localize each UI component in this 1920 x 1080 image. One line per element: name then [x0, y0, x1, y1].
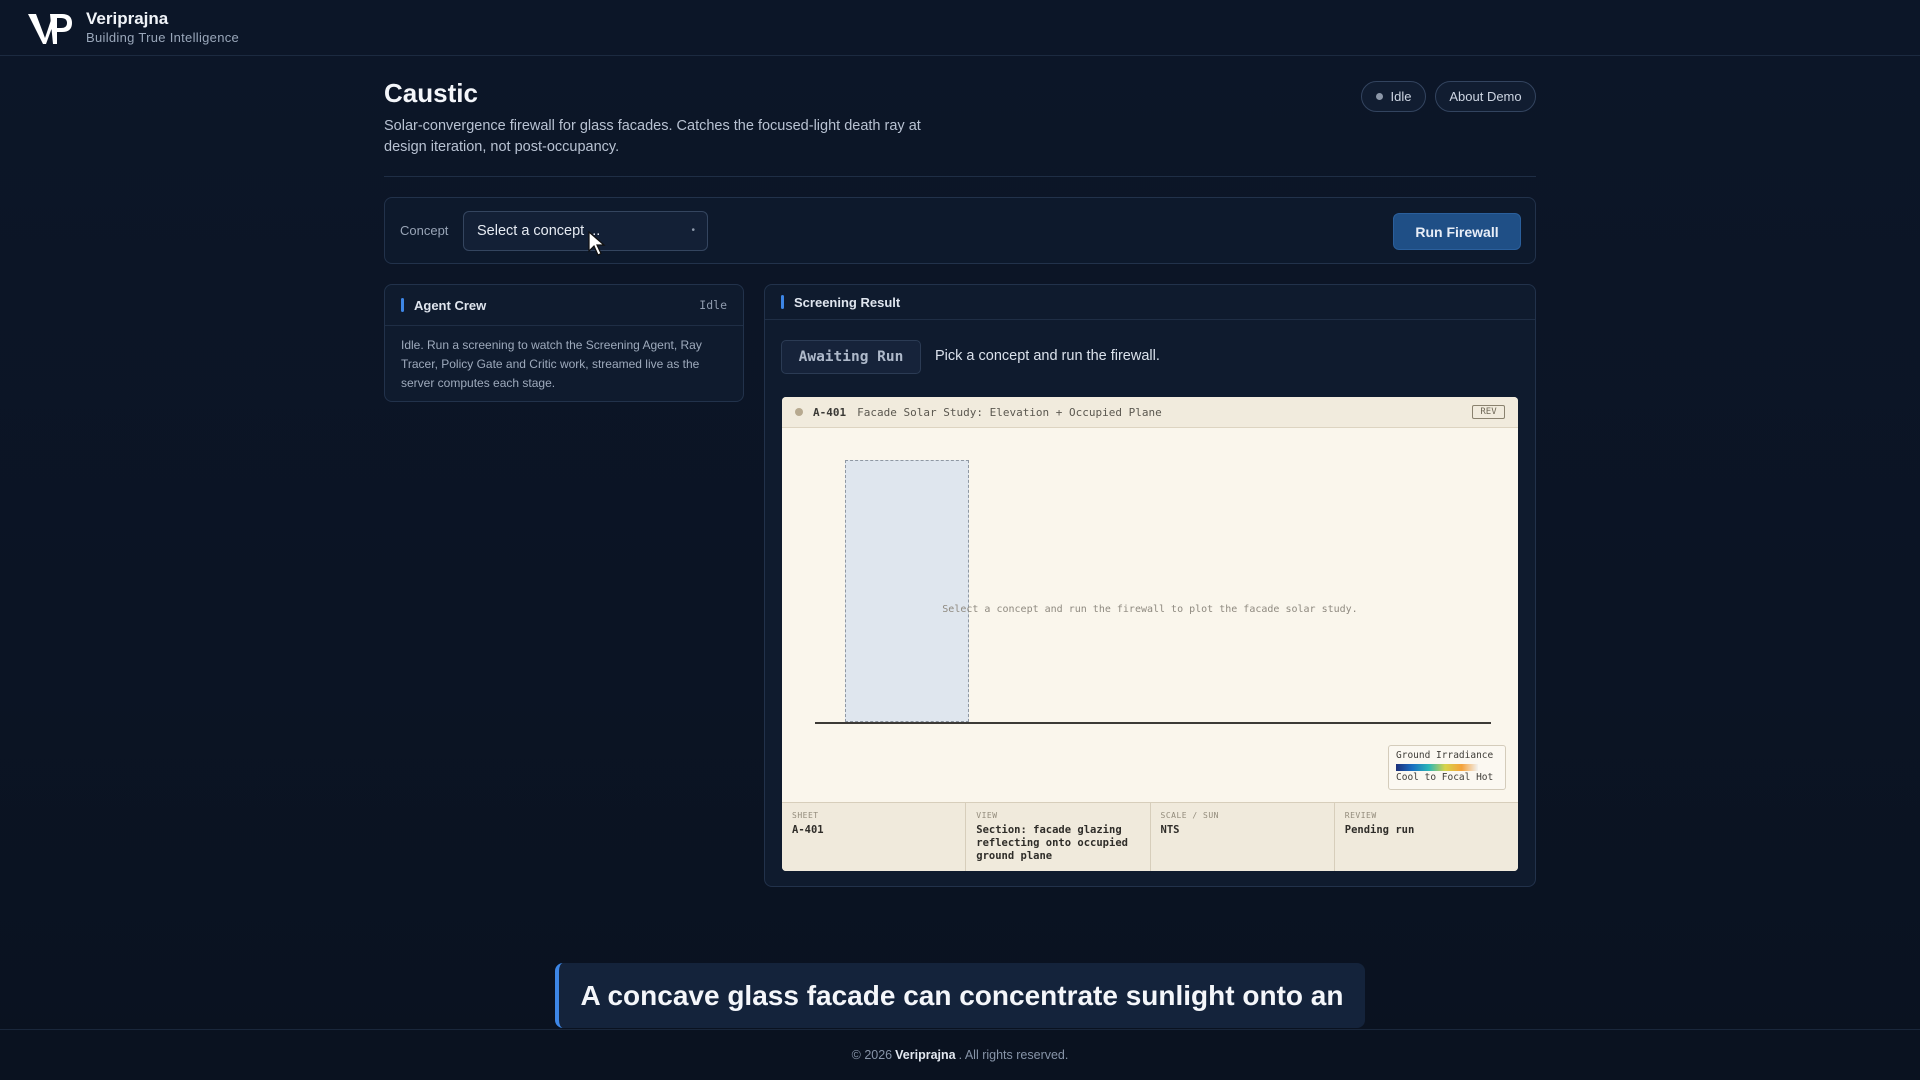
title-block-label: SCALE / SUN: [1160, 811, 1219, 820]
sheet-dot-icon: [795, 408, 803, 416]
drawing-placeholder: Select a concept and run the firewall to…: [942, 604, 1358, 615]
caption-overlay: A concave glass facade can concentrate s…: [555, 963, 1365, 1028]
footer-brand: Veriprajna: [895, 1048, 956, 1062]
accent-bar: [781, 295, 784, 309]
brand-tagline: Building True Intelligence: [86, 29, 240, 45]
screening-result-panel: Screening Result Awaiting Run Pick a con…: [764, 284, 1536, 887]
footer-copyright: © 2026: [851, 1048, 893, 1062]
concept-bar: Concept Select a concept ... •: [384, 197, 1536, 264]
page-description: Solar-convergence firewall for glass fac…: [384, 118, 921, 155]
agent-crew-header: Agent Crew Idle: [385, 285, 743, 326]
sheet-header: A-401 Facade Solar Study: Elevation + Oc…: [782, 397, 1518, 428]
ground-plane-line: [815, 722, 1491, 724]
facade-outline: [845, 460, 969, 722]
agent-crew-state: Idle: [699, 298, 727, 312]
title-block-value: A-401: [792, 824, 824, 836]
brand: Veriprajna Building True Intelligence: [86, 9, 239, 45]
title-block-value: NTS: [1160, 824, 1180, 836]
rev-badge: REV: [1472, 405, 1505, 419]
agent-crew-panel: Agent Crew Idle Idle. Run a screening to…: [384, 284, 744, 402]
solar-study-drawing: Select a concept and run the firewall to…: [782, 428, 1518, 802]
title-block-label: SHEET: [792, 811, 819, 820]
sheet-id: A-401: [813, 405, 847, 419]
status-badge: Idle: [1361, 81, 1426, 112]
concept-label: Concept: [400, 223, 449, 238]
legend-gradient: [1396, 764, 1478, 771]
title-block-label: REVIEW: [1344, 811, 1377, 820]
awaiting-run-badge: Awaiting Run: [781, 340, 921, 374]
concept-select-value: Select a concept ...: [477, 223, 601, 239]
run-firewall-button[interactable]: Run Firewall: [1393, 213, 1521, 250]
irradiance-legend: Ground Irradiance Cool to Focal Hot: [1388, 745, 1506, 790]
title-block-value: Pending run: [1344, 824, 1415, 836]
status-label: Idle: [1390, 89, 1412, 104]
title-block: SHEET A-401 VIEW Section: facade glazing…: [782, 802, 1518, 871]
header-divider: [384, 176, 1536, 177]
concept-select[interactable]: Select a concept ... •: [463, 211, 708, 251]
chevron-down-icon: •: [691, 225, 695, 236]
accent-bar: [401, 298, 404, 312]
status-dot-icon: [1375, 93, 1383, 100]
title-block-view: VIEW Section: facade glazing reflecting …: [966, 803, 1151, 871]
page-title: Caustic: [384, 78, 478, 108]
title-block-scale: SCALE / SUN NTS: [1151, 803, 1335, 871]
agent-crew-title: Agent Crew: [414, 297, 487, 313]
sheet-title: Facade Solar Study: Elevation + Occupied…: [857, 405, 1162, 419]
awaiting-run-message: Pick a concept and run the firewall.: [935, 348, 1160, 364]
brand-name: Veriprajna: [86, 9, 169, 29]
top-bar: Veriprajna Building True Intelligence: [0, 0, 1920, 56]
veriprajna-logo-icon[interactable]: [26, 8, 74, 48]
title-block-sheet: SHEET A-401: [782, 803, 967, 871]
title-block-review: REVIEW Pending run: [1335, 803, 1518, 871]
footer-rights: . All rights reserved.: [958, 1048, 1069, 1062]
title-block-label: VIEW: [976, 811, 998, 820]
legend-range: Cool to Focal Hot: [1396, 772, 1494, 783]
drawing-sheet: A-401 Facade Solar Study: Elevation + Oc…: [782, 397, 1518, 871]
legend-title: Ground Irradiance: [1396, 750, 1494, 761]
about-demo-button[interactable]: About Demo: [1435, 81, 1536, 112]
page-footer: © 2026 Veriprajna . All rights reserved.: [0, 1029, 1920, 1080]
agent-crew-body: Idle. Run a screening to watch the Scree…: [401, 338, 702, 390]
title-block-value: Section: facade glazing reflecting onto …: [976, 824, 1128, 862]
screening-result-header: Screening Result: [765, 285, 1535, 320]
screening-result-title: Screening Result: [794, 294, 901, 310]
